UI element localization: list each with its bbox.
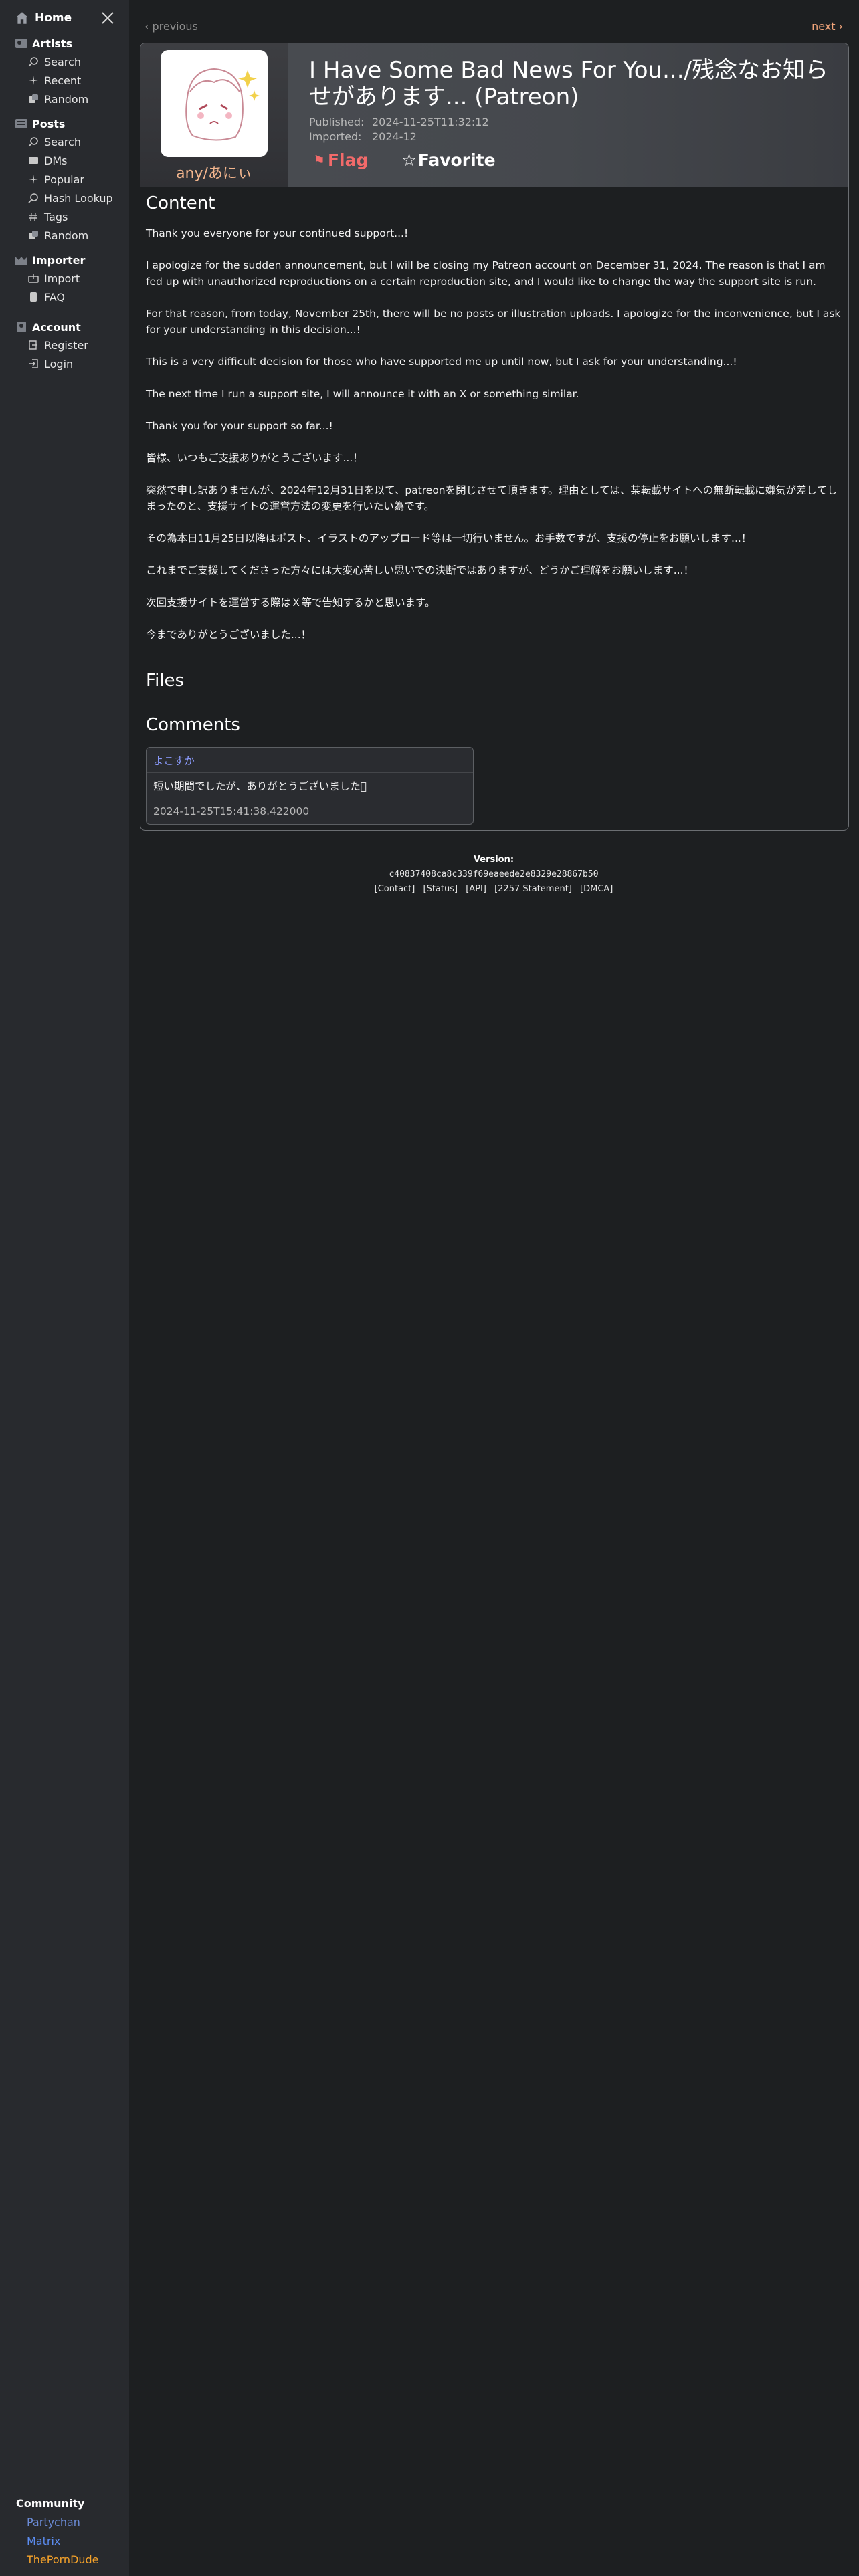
published-label: Published: [309,116,365,128]
sidebar-item-artists-random[interactable]: Random [15,90,88,108]
sidebar-item-artists-recent[interactable]: Recent [15,71,88,90]
sidebar-item-faq[interactable]: FAQ [15,288,85,306]
post-card: any/あにぃ I Have Some Bad News For You.../… [140,43,849,831]
content-paragraph: For that reason, from today, November 25… [146,308,841,336]
login-icon [29,359,38,368]
content-paragraph: その為本日11月25日以降はポスト、イラストのアップロード等は一切行いません。お… [146,532,752,544]
post-header: any/あにぃ I Have Some Bad News For You.../… [140,43,848,187]
comments-heading: Comments [146,715,240,735]
footer-link-dmca[interactable]: [DMCA] [580,884,613,894]
footer-link-contact[interactable]: [Contact] [375,884,415,894]
sidebar-item-posts-hash-lookup[interactable]: Hash Lookup [15,189,113,207]
sidebar-community: Community Partychan Matrix ThePornDude [16,2497,99,2572]
sidebar-item-posts-dms[interactable]: DMs [15,151,113,170]
footer-link-api[interactable]: [API] [466,884,486,894]
footer-link-status[interactable]: [Status] [423,884,458,894]
content-paragraph: I apologize for the sudden announcement,… [146,259,826,288]
sparkle-icon [29,76,38,85]
published-value: 2024-11-25T11:32:12 [372,116,489,128]
artist-avatar[interactable] [161,50,268,157]
next-link[interactable]: next › [812,20,843,33]
content-paragraph: Thank you everyone for your continued su… [146,227,409,239]
post-title: I Have Some Bad News For You.../残念なお知らせが… [309,57,828,110]
sidebar-item-posts-popular[interactable]: Popular [15,170,113,189]
comment-author[interactable]: よこすか [147,748,473,773]
community-title: Community [16,2497,85,2510]
sidebar-section-title: Posts [32,117,66,130]
sidebar-item-register[interactable]: Register [15,336,88,354]
comment-timestamp: 2024-11-25T15:41:38.422000 [153,804,310,817]
search-icon [28,193,38,203]
version-hash: c40837408ca8c339f69eaeede2e8329e28867b50 [389,869,599,879]
content-paragraph: 今までありがとうございました...！ [146,629,312,641]
content-paragraph: これまでご支援してくださった方々には大変心苦しい思いでの決断ではありますが、どう… [146,564,694,576]
community-link-partychan[interactable]: Partychan [16,2516,99,2535]
content-paragraph: The next time I run a support site, I wi… [146,388,579,400]
flag-label: Flag [327,150,369,170]
sidebar-item-posts-random[interactable]: Random [15,226,113,245]
files-heading: Files [146,671,185,691]
footer: Version: c40837408ca8c339f69eaeede2e8329… [140,855,848,894]
sidebar-home[interactable]: Home [15,11,72,25]
import-icon [28,274,39,283]
content-paragraph: This is a very difficult decision for th… [146,356,737,368]
content-paragraph: 皆様、いつもご支援ありがとうございます...！ [146,452,363,464]
flag-icon: ⚑ [313,152,325,169]
imported-label: Imported: [309,130,362,143]
favorite-button[interactable]: ☆ Favorite [401,150,495,170]
posts-icon [15,119,27,128]
post-content: Thank you everyone for your continued su… [146,225,842,659]
version-label: Version: [473,855,514,865]
previous-link[interactable]: ‹ previous [145,20,198,33]
importer-icon [15,257,27,265]
content-heading: Content [146,193,215,213]
register-icon [29,340,37,350]
artist-panel: any/あにぃ [140,43,288,187]
flag-button[interactable]: ⚑ Flag [313,150,368,170]
post-actions: ⚑ Flag ☆ Favorite [313,150,496,170]
content-paragraph: Thank you for your support so far...! [146,420,333,432]
sidebar-section-title: Artists [32,37,73,50]
sidebar-item-artists-search[interactable]: Search [15,52,88,71]
sidebar: Home Artists Search Recent Random Posts … [0,0,129,2576]
hash-icon [29,212,37,221]
sidebar-section-posts: Posts Search DMs Popular Hash Lookup Tag… [15,115,113,245]
account-icon [17,322,26,332]
sidebar-item-posts-search[interactable]: Search [15,132,113,151]
sparkle-icon [29,175,38,184]
artist-name[interactable]: any/あにぃ [140,161,288,183]
community-link-matrix[interactable]: Matrix [16,2535,99,2553]
footer-link-2257[interactable]: [2257 Statement] [494,884,572,894]
sidebar-item-posts-tags[interactable]: Tags [15,207,113,226]
favorite-label: Favorite [417,150,496,170]
content-paragraph: 突然で申し訳ありませんが、2024年12月31日を以て、patreonを閉じさせ… [146,484,838,512]
sidebar-section-artists: Artists Search Recent Random [15,35,88,108]
imported-value: 2024-12 [372,130,417,143]
sidebar-item-login[interactable]: Login [15,354,88,373]
dice-icon [29,94,38,103]
comment-card: よこすか 短い期間でしたが、ありがとうございました􏰀 2024-11-25T15… [146,747,474,825]
community-link-theporndude[interactable]: ThePornDude [16,2553,99,2572]
close-icon[interactable] [100,11,115,25]
sidebar-section-title: Account [32,320,81,334]
imported-row: Imported: 2024-12 [309,130,417,143]
sidebar-item-import[interactable]: Import [15,269,85,288]
avatar-image [161,50,268,157]
sidebar-home-label: Home [35,11,72,25]
sidebar-section-account: Account Register Login [15,318,88,373]
comment-body: 短い期間でしたが、ありがとうございました􏰀 [147,773,473,798]
mail-icon [29,157,38,164]
footer-links: [Contact] [Status] [API] [2257 Statement… [140,884,848,894]
home-icon [16,12,28,24]
sidebar-section-importer: Importer Import FAQ [15,251,85,306]
star-icon: ☆ [401,150,417,170]
search-icon [28,137,38,147]
artist-icon [15,39,27,48]
content-paragraph: 次回支援サイトを運営する際はＸ等で告知するかと思います。 [146,597,436,609]
dice-icon [29,231,38,239]
faq-icon [30,292,37,302]
sidebar-section-title: Importer [32,253,86,267]
search-icon [28,57,38,67]
published-row: Published: 2024-11-25T11:32:12 [309,116,489,128]
